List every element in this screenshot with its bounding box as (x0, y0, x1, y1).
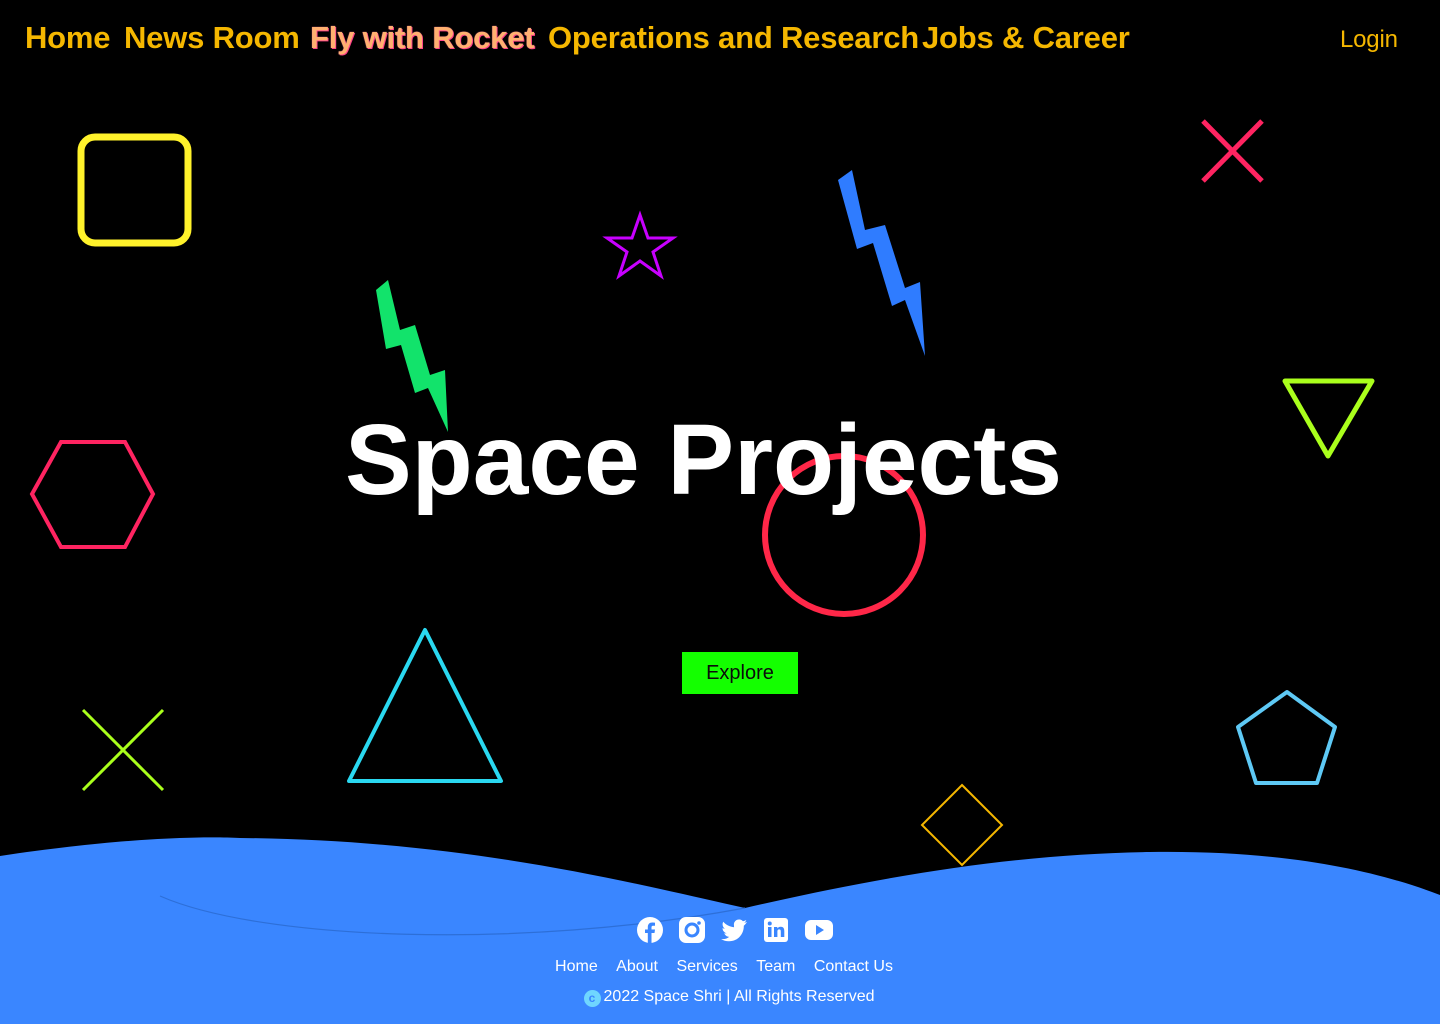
star-shape (602, 210, 678, 280)
twitter-icon[interactable] (720, 916, 748, 944)
footer-link-services[interactable]: Services (676, 958, 737, 975)
pentagon-shape (1236, 690, 1337, 785)
social-links (636, 916, 833, 944)
footer-link-home[interactable]: Home (555, 958, 598, 975)
instagram-icon[interactable] (678, 916, 706, 944)
copyright: c 2022 Space Shri | All Rights Reserved (0, 988, 1440, 1007)
hero-title: Space Projects (344, 404, 1063, 516)
footer-link-team[interactable]: Team (756, 958, 795, 975)
blue-lightning-shape (838, 170, 925, 356)
youtube-icon[interactable] (804, 916, 833, 944)
yellow-square-shape (77, 133, 192, 247)
green-x-shape (81, 708, 165, 792)
copyright-icon: c (583, 990, 601, 1007)
facebook-icon[interactable] (636, 916, 664, 944)
footer-link-about[interactable]: About (616, 958, 658, 975)
explore-button[interactable]: Explore (682, 652, 798, 694)
pink-x-shape (1201, 119, 1264, 183)
linkedin-icon[interactable] (762, 916, 790, 944)
copyright-text: 2022 Space Shri | All Rights Reserved (603, 988, 875, 1005)
cyan-triangle-shape (347, 628, 503, 783)
footer-links: Home About Services Team Contact Us (0, 958, 1440, 976)
footer-link-contact-us[interactable]: Contact Us (814, 958, 893, 975)
